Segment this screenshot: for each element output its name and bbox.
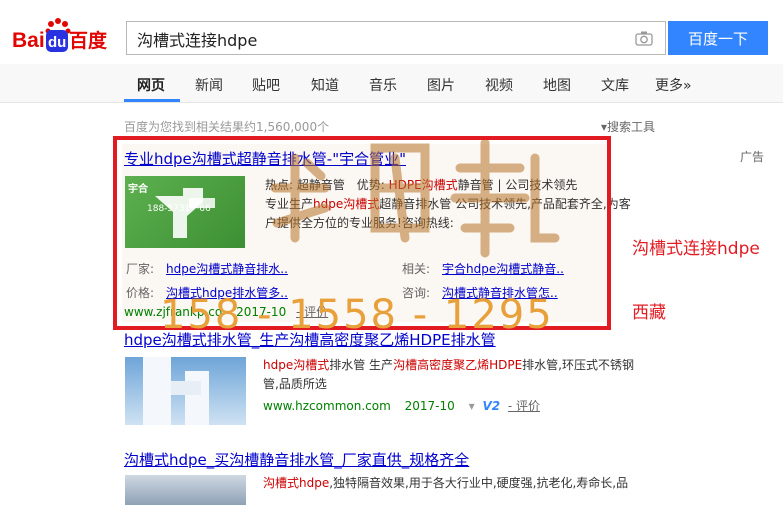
tab-images[interactable]: 图片 — [427, 75, 455, 95]
result-description: hdpe沟槽式排水管 生产沟槽高密度聚乙烯HDPE排水管,环压式不锈钢 管,品质… — [263, 356, 663, 394]
baidu-logo[interactable]: Bai du 百度 — [10, 16, 116, 60]
tab-wenku[interactable]: 文库 — [601, 75, 629, 95]
active-tab-indicator — [124, 99, 180, 102]
tab-music[interactable]: 音乐 — [369, 75, 397, 95]
v2-badge-icon[interactable]: V2 — [482, 399, 500, 413]
camera-icon[interactable] — [635, 30, 653, 50]
tab-map[interactable]: 地图 — [543, 75, 571, 95]
search-tools[interactable]: ▾搜索工具 — [601, 118, 655, 135]
search-box[interactable] — [126, 21, 666, 55]
tab-news[interactable]: 新闻 — [195, 75, 223, 95]
overlay-location: 西藏 — [632, 303, 666, 323]
tab-more[interactable]: 更多» — [655, 75, 692, 95]
result-desc-keyword: 沟槽式hdpe — [263, 476, 330, 490]
tab-video[interactable]: 视频 — [485, 75, 513, 95]
search-tools-label[interactable]: 搜索工具 — [607, 120, 655, 134]
result-desc-keyword: 沟槽高密度聚乙烯HDPE — [393, 358, 523, 372]
tab-web[interactable]: 网页 — [137, 75, 165, 95]
result-desc-text: 管,品质所选 — [263, 377, 327, 391]
tab-zhidao[interactable]: 知道 — [311, 75, 339, 95]
result-thumbnail[interactable] — [125, 357, 246, 425]
result-description: 沟槽式hdpe,独特隔音效果,用于各大行业中,硬度强,抗老化,寿命长,品 — [263, 474, 628, 493]
tab-tieba[interactable]: 贴吧 — [252, 75, 280, 95]
result-desc-text: 排水管 生产 — [329, 358, 394, 372]
result-thumbnail[interactable] — [125, 475, 246, 505]
result-url[interactable]: www.hzcommon.com 2017-10 ▾ V2 - 评价 — [263, 397, 540, 414]
result-title-link[interactable]: hdpe沟槽式排水管_生产沟槽高密度聚乙烯HDPE排水管 — [124, 329, 496, 350]
dropdown-icon[interactable]: ▾ — [469, 399, 475, 413]
nav-bar: 网页 新闻 贴吧 知道 音乐 图片 视频 地图 文库 更多» — [0, 64, 783, 103]
overlay-keyword: 沟槽式连接hdpe — [632, 239, 760, 259]
search-input[interactable] — [135, 23, 619, 55]
logo-text-baidu-cn: 百度 — [69, 29, 108, 52]
result-url-text[interactable]: www.hzcommon.com — [263, 399, 391, 413]
result-desc-text: 排水管,环压式不锈钢 — [522, 358, 634, 372]
result-review-link[interactable]: - 评价 — [508, 399, 540, 413]
result-desc-keyword: hdpe沟槽式 — [263, 358, 330, 372]
result-date: 2017-10 — [404, 399, 455, 413]
ad-tag: 广告 — [740, 150, 765, 164]
logo-text-du: du — [48, 34, 66, 51]
search-button[interactable]: 百度一下 — [668, 21, 768, 55]
result-title-link[interactable]: 沟槽式hdpe_买沟槽静音排水管_厂家直供_规格齐全 — [124, 449, 469, 470]
logo-text-bai: Bai — [12, 29, 45, 52]
result-desc-text: ,独特隔音效果,用于各大行业中,硬度强,抗老化,寿命长,品 — [329, 476, 629, 490]
